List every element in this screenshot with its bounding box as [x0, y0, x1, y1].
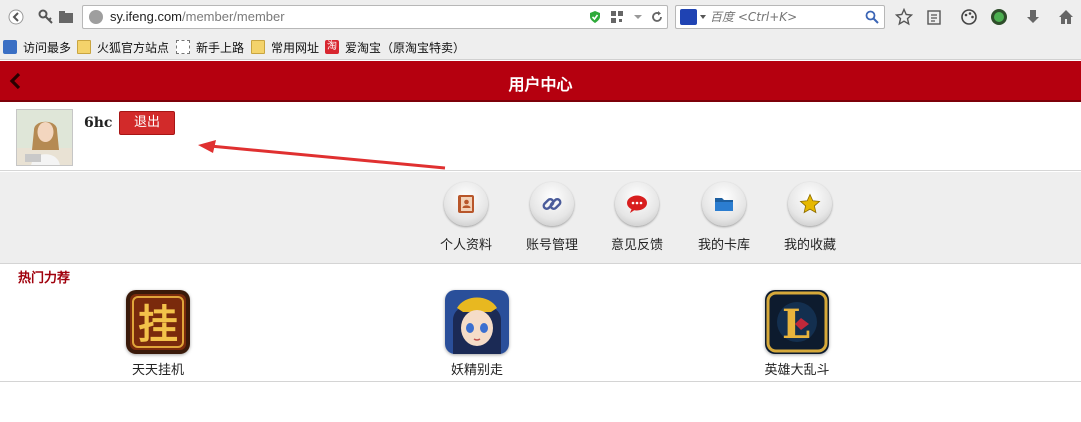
tab-groups-icon[interactable]	[58, 9, 74, 25]
search-icon[interactable]	[865, 10, 879, 24]
divider	[0, 381, 1081, 382]
bookmarks-bar: 访问最多 火狐官方站点 新手上路 常用网址 淘爱淘宝（原淘宝特卖）	[0, 34, 1081, 60]
back-arrow-icon[interactable]	[8, 9, 24, 25]
url-text[interactable]: sy.ifeng.com/member/member	[110, 9, 285, 24]
chat-bubble-icon	[627, 195, 647, 213]
menu-item-favorites[interactable]: 我的收藏	[775, 182, 845, 253]
section-title: 热门力荐	[18, 271, 71, 286]
bookmark-most-visited[interactable]: 访问最多	[3, 39, 71, 55]
menu-item-account[interactable]: 账号管理	[517, 182, 587, 253]
heroes-game-icon: L	[765, 290, 829, 354]
game-item-fairy[interactable]: 妖精别走	[422, 290, 532, 378]
logout-button[interactable]: 退出	[119, 111, 175, 135]
search-bar[interactable]	[675, 5, 885, 29]
avatar[interactable]	[16, 109, 73, 166]
globe-icon	[89, 10, 103, 24]
menu-item-feedback[interactable]: 意见反馈	[602, 182, 672, 253]
page-header: 用户中心	[0, 61, 1081, 102]
game-label: 妖精别走	[450, 363, 503, 378]
bookmarks-menu-icon[interactable]	[925, 8, 943, 26]
contacts-book-icon	[458, 195, 474, 213]
reload-icon[interactable]	[650, 10, 664, 24]
bookmark-firefox-site[interactable]: 火狐官方站点	[77, 39, 169, 55]
taobao-icon: 淘	[325, 40, 339, 54]
download-icon[interactable]	[1024, 8, 1042, 26]
game-item-heroes[interactable]: L 英雄大乱斗	[742, 290, 852, 378]
menu-item-label: 账号管理	[525, 238, 578, 253]
member-menu: 个人资料 账号管理 意见反馈 我的卡库 我的收藏	[0, 172, 1081, 264]
username: 6hc	[84, 115, 113, 131]
addon-shield-icon[interactable]	[990, 8, 1008, 26]
most-visited-icon	[3, 40, 17, 54]
folder-icon	[77, 40, 91, 54]
browser-toolbar: sy.ifeng.com/member/member	[0, 0, 1081, 34]
menu-item-label: 我的收藏	[783, 238, 836, 253]
guaji-game-icon: 挂	[126, 290, 190, 354]
fairy-game-icon	[445, 290, 509, 354]
game-label: 英雄大乱斗	[764, 363, 830, 378]
url-bar[interactable]: sy.ifeng.com/member/member	[82, 5, 668, 29]
menu-item-cards[interactable]: 我的卡库	[689, 182, 759, 253]
bookmark-common-sites[interactable]: 常用网址	[251, 39, 319, 55]
link-icon	[542, 198, 562, 210]
menu-item-label: 意见反馈	[610, 238, 663, 253]
menu-item-label: 个人资料	[439, 238, 492, 253]
folder-icon	[715, 198, 733, 211]
star-icon	[799, 193, 821, 214]
avatar-photo-icon	[17, 110, 72, 165]
svg-text:挂: 挂	[138, 301, 178, 348]
game-item-guaji[interactable]: 挂 天天挂机	[103, 290, 213, 378]
menu-item-profile[interactable]: 个人资料	[431, 182, 501, 253]
engine-dropdown-icon[interactable]	[700, 15, 706, 19]
menu-item-label: 我的卡库	[697, 238, 750, 253]
bookmark-getting-started[interactable]: 新手上路	[176, 39, 244, 55]
dropdown-arrow-icon[interactable]	[631, 10, 645, 24]
profile-section: 6hc 退出	[0, 103, 1081, 171]
folder-icon	[251, 40, 265, 54]
game-label: 天天挂机	[131, 363, 184, 378]
home-icon[interactable]	[1057, 8, 1075, 26]
bookmark-taobao[interactable]: 淘爱淘宝（原淘宝特卖）	[325, 39, 465, 55]
search-input[interactable]	[710, 8, 860, 26]
page-title: 用户中心	[508, 75, 573, 94]
page-icon	[176, 40, 190, 54]
palette-icon[interactable]	[960, 8, 978, 26]
site-identity-icon[interactable]	[38, 9, 54, 25]
shield-icon[interactable]	[588, 10, 602, 24]
qr-code-icon[interactable]	[610, 10, 624, 24]
annotation-arrow-icon	[198, 140, 446, 170]
baidu-engine-icon[interactable]	[680, 9, 697, 25]
bookmark-star-icon[interactable]	[895, 8, 913, 26]
